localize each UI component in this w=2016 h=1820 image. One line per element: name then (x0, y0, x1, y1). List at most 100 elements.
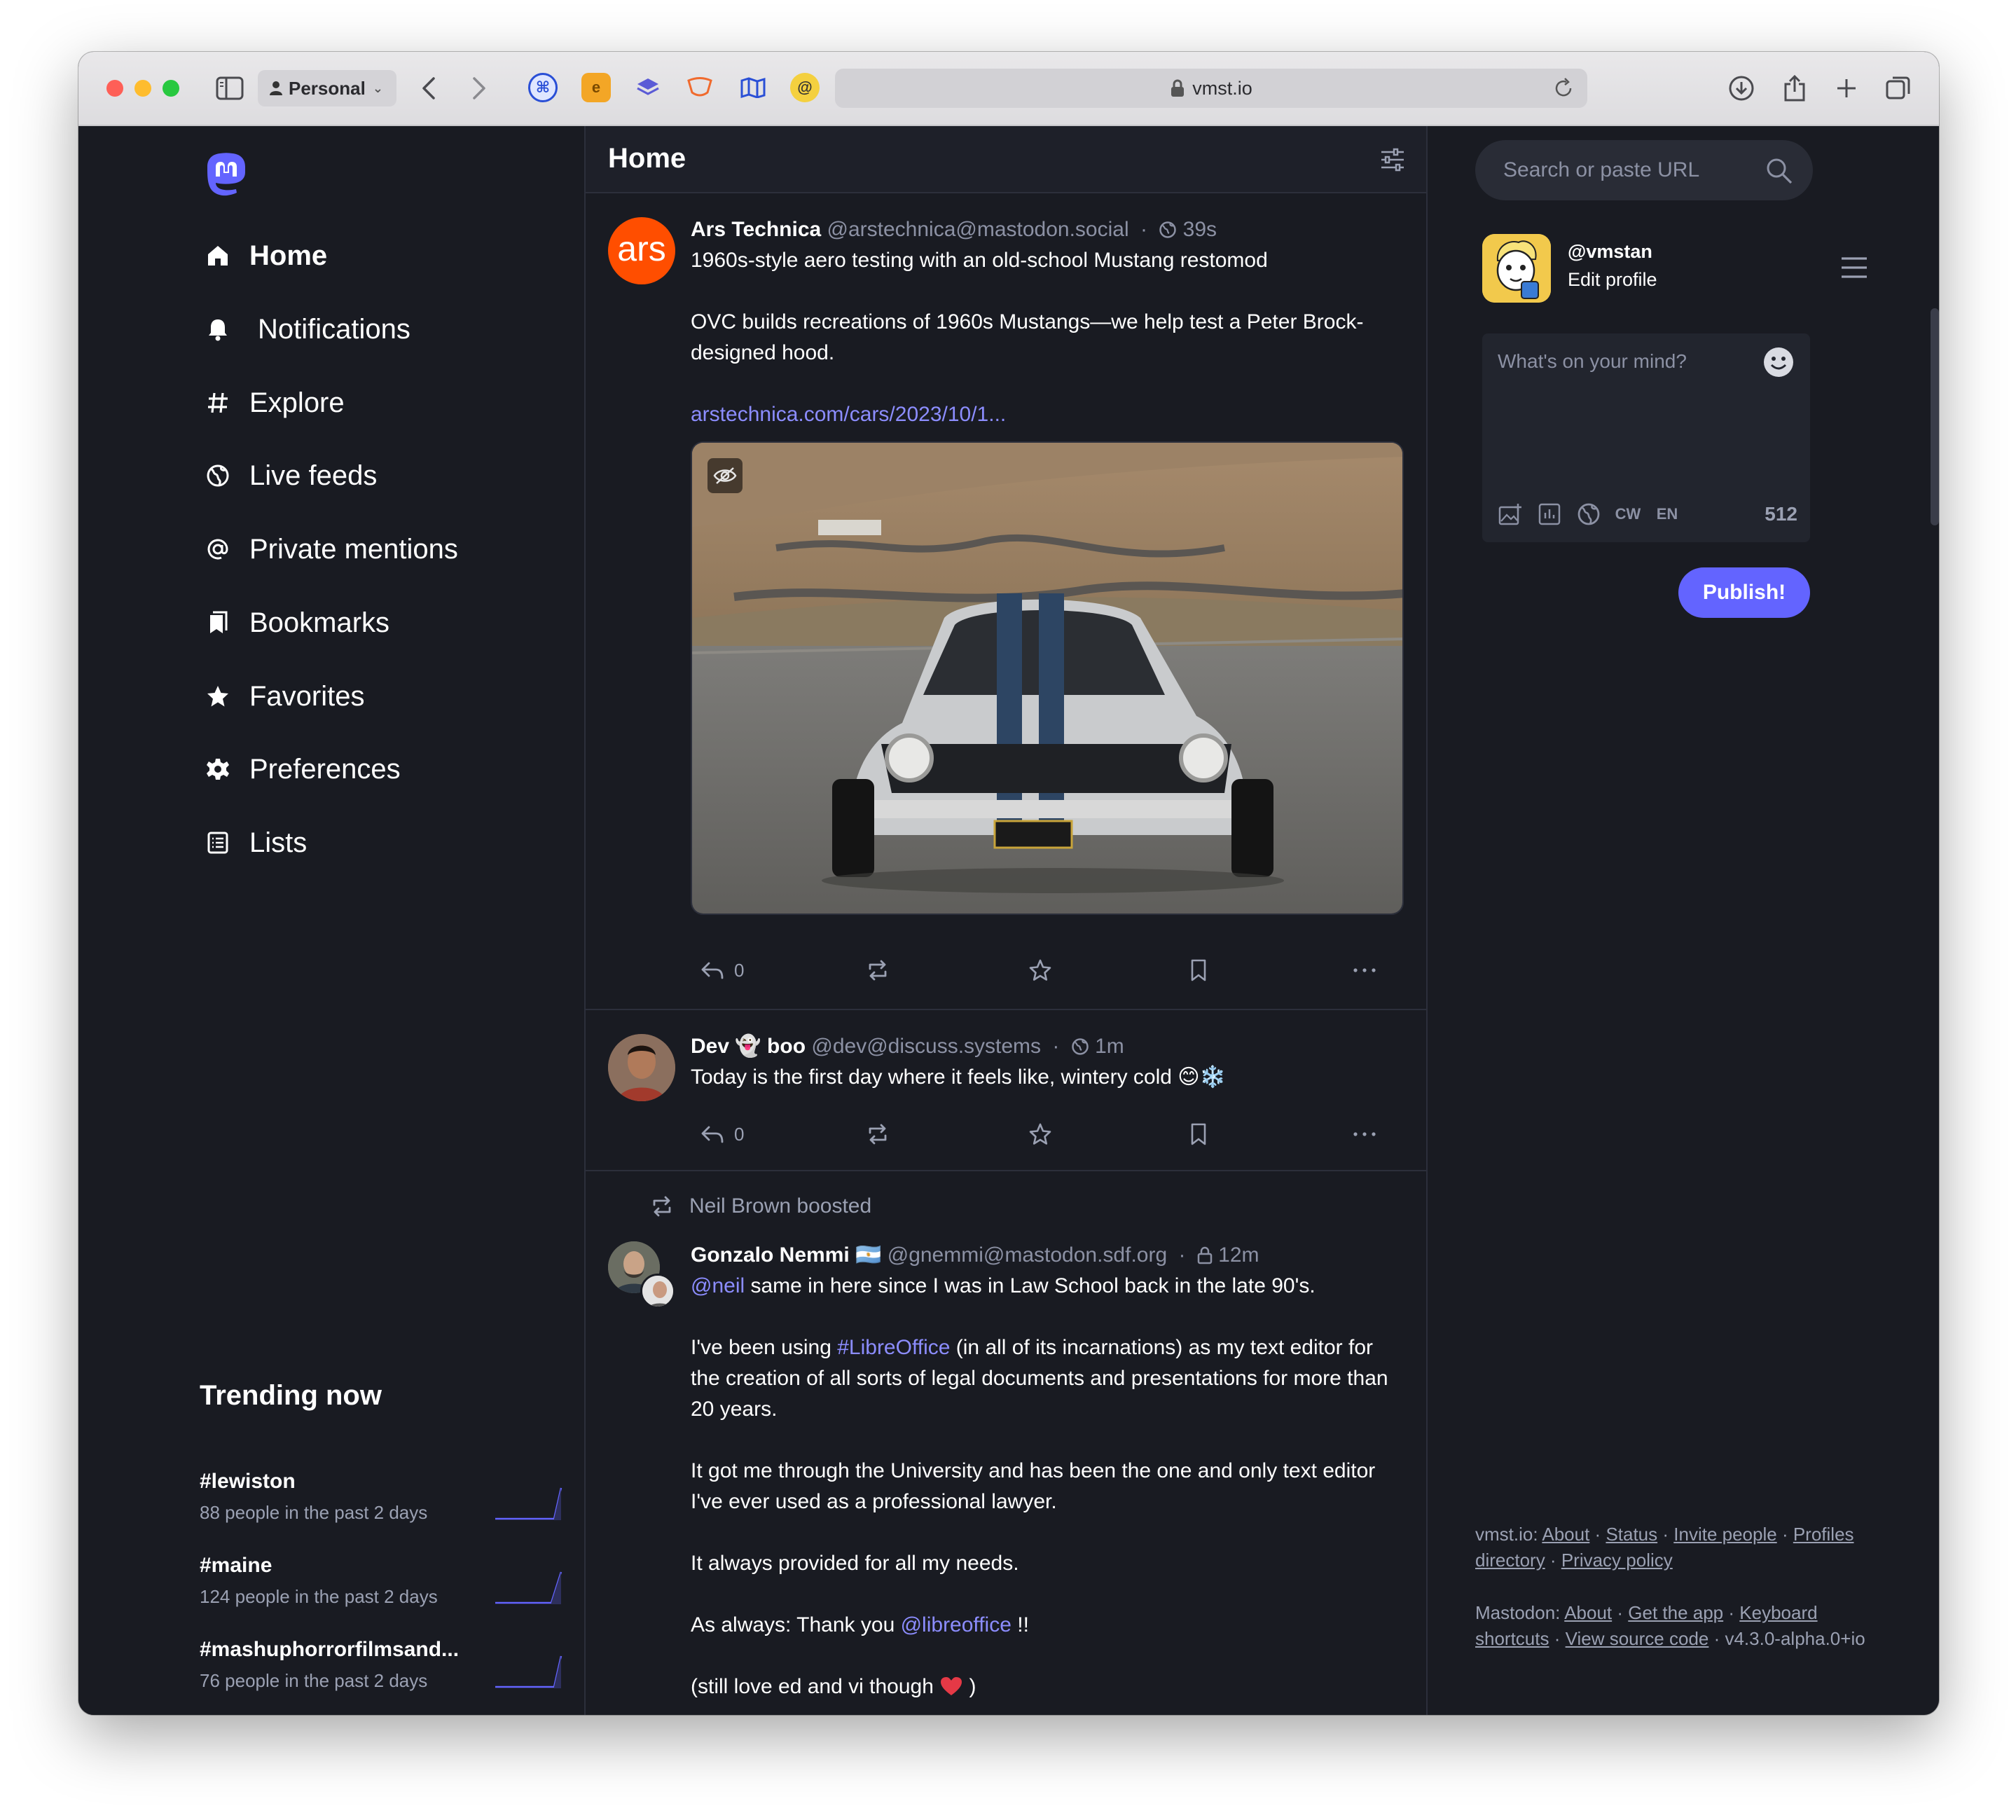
compose-placeholder: What's on your mind? (1498, 350, 1687, 372)
status-time[interactable]: 1m (1095, 1035, 1124, 1058)
status-link[interactable]: arstechnica.com/cars/2023/10/1... (691, 399, 1402, 430)
hamburger-menu-icon[interactable] (1839, 255, 1869, 280)
booster-avatar[interactable] (640, 1274, 675, 1309)
nav-live-feeds[interactable]: Live feeds (205, 453, 377, 499)
page-scrollbar[interactable] (1931, 308, 1939, 525)
zoom-window-button[interactable] (163, 80, 179, 97)
address-bar[interactable]: vmst.io (835, 69, 1587, 108)
nav-preferences[interactable]: Preferences (205, 746, 401, 792)
status-item[interactable]: ars Ars Technica @arstechnica@mastodon.s… (586, 193, 1426, 1010)
extension-shield-icon[interactable] (685, 73, 714, 102)
nav-bookmarks[interactable]: Bookmarks (205, 600, 389, 646)
forward-icon[interactable] (462, 71, 496, 105)
boosted-by[interactable]: Neil Brown boosted (650, 1191, 871, 1222)
user-avatar-cartoon (1482, 234, 1551, 303)
bookmark-button[interactable] (1189, 1117, 1208, 1152)
compose-textarea[interactable]: What's on your mind? CW EN 512 (1482, 333, 1810, 542)
trend-item-maine[interactable]: #maine 124 people in the past 2 days (200, 1554, 564, 1617)
visibility-button[interactable] (1575, 500, 1603, 528)
extension-map-icon[interactable] (738, 73, 768, 102)
home-timeline-column[interactable]: Home ars Ars Technica @arstechnica@masto… (584, 126, 1428, 1715)
status-time[interactable]: 12m (1218, 1243, 1259, 1267)
status-item[interactable]: Neil Brown boosted Gonzalo Nemmi 🇦🇷 @gne… (586, 1171, 1426, 1715)
avatar[interactable]: ars (608, 217, 675, 284)
footer-source-code-link[interactable]: View source code (1566, 1628, 1709, 1649)
gear-icon (207, 759, 229, 780)
trend-item-lewiston[interactable]: #lewiston 88 people in the past 2 days (200, 1470, 564, 1533)
column-title[interactable]: Home (608, 143, 686, 174)
boost-button[interactable] (866, 1117, 890, 1152)
hide-media-button[interactable] (707, 458, 743, 493)
nav-lists[interactable]: Lists (205, 820, 307, 866)
status-media-image[interactable] (691, 441, 1404, 915)
add-media-button[interactable] (1496, 500, 1524, 528)
lock-icon (1197, 1246, 1213, 1264)
account-handle[interactable]: @gnemmi@mastodon.sdf.org (888, 1243, 1167, 1267)
search-icon[interactable] (1765, 157, 1793, 185)
nav-private-mentions[interactable]: Private mentions (205, 526, 458, 572)
favorite-button[interactable] (1028, 1117, 1052, 1152)
account-handle[interactable]: @arstechnica@mastodon.social (827, 218, 1129, 241)
display-name[interactable]: Dev 👻 boo (691, 1035, 806, 1058)
mention-link[interactable]: @libreoffice (901, 1613, 1012, 1636)
content-warning-button[interactable]: CW (1614, 500, 1642, 528)
display-name[interactable]: Gonzalo Nemmi 🇦🇷 (691, 1243, 881, 1267)
status-time[interactable]: 39s (1183, 218, 1217, 241)
footer-status-link[interactable]: Status (1606, 1524, 1657, 1545)
account-handle[interactable]: @dev@discuss.systems (811, 1035, 1041, 1058)
extension-command-icon[interactable]: ⌘ (528, 73, 558, 102)
minimize-window-button[interactable] (134, 80, 151, 97)
nav-bookmarks-label: Bookmarks (249, 607, 390, 638)
extension-at-icon[interactable]: @ (790, 73, 820, 102)
new-tab-icon[interactable] (1830, 71, 1863, 105)
close-window-button[interactable] (106, 80, 123, 97)
more-button[interactable] (1352, 1117, 1377, 1152)
nav-favorites[interactable]: Favorites (205, 673, 365, 719)
reply-button[interactable]: 0 (700, 1117, 744, 1152)
tab-overview-icon[interactable] (1882, 71, 1915, 105)
nav-home[interactable]: Home (205, 233, 327, 279)
avatar[interactable] (1482, 234, 1551, 303)
more-button[interactable] (1352, 953, 1377, 988)
downloads-icon[interactable] (1725, 71, 1758, 105)
hashtag-link[interactable]: #LibreOffice (837, 1336, 950, 1359)
ellipsis-icon (1353, 1132, 1376, 1136)
column-settings-icon[interactable] (1379, 146, 1407, 174)
footer-privacy-link[interactable]: Privacy policy (1561, 1550, 1673, 1571)
footer-about-link[interactable]: About (1542, 1524, 1589, 1545)
footer-invite-link[interactable]: Invite people (1673, 1524, 1776, 1545)
display-name[interactable]: Ars Technica (691, 218, 821, 241)
emoji-picker-icon[interactable] (1762, 346, 1795, 378)
account-handle[interactable]: @vmstan (1568, 241, 1652, 263)
publish-button[interactable]: Publish! (1678, 567, 1810, 618)
reload-icon[interactable] (1552, 77, 1575, 99)
favorite-button[interactable] (1028, 953, 1052, 988)
share-icon[interactable] (1778, 71, 1811, 105)
bookmark-button[interactable] (1189, 953, 1208, 988)
mastodon-logo-icon[interactable] (205, 151, 248, 198)
nav-explore[interactable]: Explore (205, 380, 345, 426)
edit-profile-link[interactable]: Edit profile (1568, 269, 1657, 291)
extension-e-icon[interactable]: e (581, 73, 611, 102)
back-icon[interactable] (412, 71, 446, 105)
boost-button[interactable] (866, 953, 890, 988)
footer-mastodon-about-link[interactable]: About (1564, 1602, 1612, 1623)
trend-item-mashuphorrorfilms[interactable]: #mashuphorrorfilmsand... 76 people in th… (200, 1638, 564, 1701)
sidebar-toggle-icon[interactable] (213, 71, 247, 105)
reply-button[interactable]: 0 (700, 953, 744, 988)
language-button[interactable]: EN (1653, 500, 1681, 528)
avatar[interactable] (608, 1034, 675, 1101)
boost-icon (869, 960, 887, 981)
nav-notifications[interactable]: Notifications (205, 306, 410, 352)
extension-layers-icon[interactable] (633, 73, 663, 102)
trend-sparkline (495, 1487, 562, 1520)
mention-link[interactable]: @neil (691, 1274, 745, 1297)
reply-icon (701, 1126, 724, 1143)
footer-get-app-link[interactable]: Get the app (1628, 1602, 1723, 1623)
nav-live-feeds-label: Live feeds (249, 460, 378, 491)
search-input[interactable]: Search or paste URL (1475, 140, 1813, 200)
add-poll-button[interactable] (1535, 500, 1563, 528)
status-item[interactable]: Dev 👻 boo @dev@discuss.systems · 1m Toda… (586, 1010, 1426, 1171)
heart-icon (941, 1677, 962, 1695)
profile-selector[interactable]: Personal ⌄ (258, 70, 396, 106)
